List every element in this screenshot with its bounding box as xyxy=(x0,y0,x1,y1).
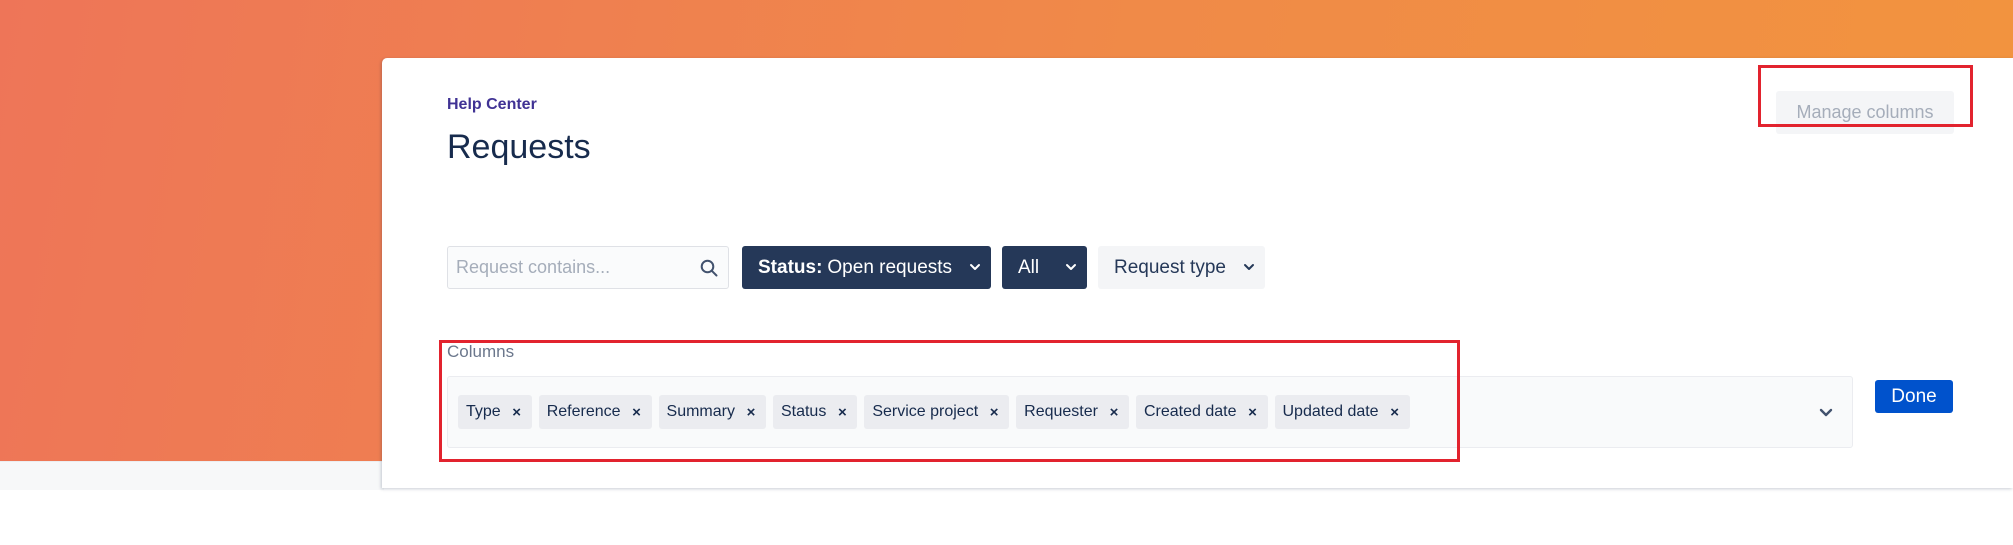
background-strip xyxy=(0,461,384,490)
close-icon[interactable]: × xyxy=(1242,401,1264,423)
close-icon[interactable]: × xyxy=(506,401,528,423)
column-chip-label: Created date xyxy=(1143,403,1237,420)
chevron-down-icon xyxy=(1066,264,1076,270)
close-icon[interactable]: × xyxy=(740,401,762,423)
close-icon[interactable]: × xyxy=(626,401,648,423)
chevron-down-icon xyxy=(1244,264,1254,270)
close-icon[interactable]: × xyxy=(983,401,1005,423)
page-title: Requests xyxy=(447,128,591,166)
requests-card: Help Center Requests Manage columns Stat… xyxy=(382,58,2013,488)
column-chip-label: Reference xyxy=(546,403,621,420)
column-chip-reference: Reference × xyxy=(538,395,652,429)
search-icon[interactable] xyxy=(700,259,718,277)
request-type-filter-label: Request type xyxy=(1114,256,1226,278)
manage-columns-button[interactable]: Manage columns xyxy=(1776,91,1954,134)
column-chip-status: Status × xyxy=(772,395,858,429)
scope-filter-button[interactable]: All xyxy=(1002,246,1087,289)
page: Help Center Requests Manage columns Stat… xyxy=(0,0,2013,545)
column-chip-updated-date: Updated date × xyxy=(1274,395,1410,429)
scope-filter-label: All xyxy=(1018,256,1040,278)
column-chip-list: Type × Reference × Summary × Status × Se… xyxy=(458,395,1410,429)
close-icon[interactable]: × xyxy=(1384,401,1406,423)
column-chip-label: Updated date xyxy=(1282,403,1379,420)
column-chip-created-date: Created date × xyxy=(1135,395,1268,429)
done-button[interactable]: Done xyxy=(1875,380,1953,413)
column-chip-label: Status xyxy=(780,403,827,420)
column-chip-label: Service project xyxy=(872,403,979,420)
column-chip-label: Summary xyxy=(666,403,735,420)
column-chip-type: Type × xyxy=(458,395,532,429)
close-icon[interactable]: × xyxy=(831,401,853,423)
column-chip-service-project: Service project × xyxy=(864,395,1010,429)
help-center-link[interactable]: Help Center xyxy=(447,96,537,114)
status-filter-prefix: Status: xyxy=(758,256,823,278)
column-chip-requester: Requester × xyxy=(1016,395,1129,429)
status-filter-value: Open requests xyxy=(827,256,953,278)
columns-multiselect[interactable]: Type × Reference × Summary × Status × Se… xyxy=(447,376,1853,448)
columns-label: Columns xyxy=(447,342,515,361)
request-type-filter-button[interactable]: Request type xyxy=(1098,246,1265,289)
search-input[interactable] xyxy=(448,247,696,288)
request-search xyxy=(447,246,729,289)
column-chip-label: Type xyxy=(466,403,501,420)
column-chip-label: Requester xyxy=(1024,403,1098,420)
chevron-down-icon xyxy=(970,264,980,270)
status-filter-button[interactable]: Status: Open requests xyxy=(742,246,991,289)
close-icon[interactable]: × xyxy=(1103,401,1125,423)
column-chip-summary: Summary × xyxy=(658,395,766,429)
chevron-down-icon[interactable] xyxy=(1818,406,1834,420)
